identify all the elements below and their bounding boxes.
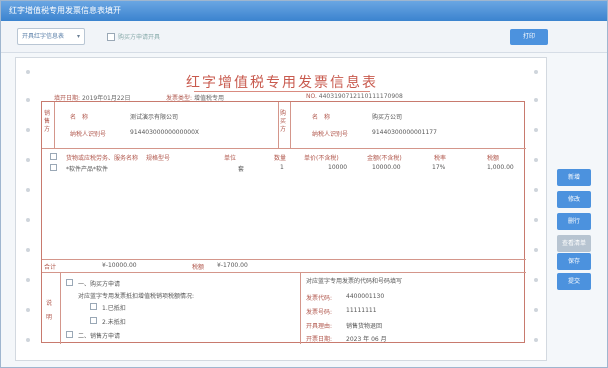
seller-section-label: 销售方 (44, 110, 51, 133)
punch-hole (534, 338, 538, 342)
edit-button[interactable]: 修改 (557, 191, 591, 208)
col-header-qty: 数量 (274, 155, 287, 162)
select-all-checkbox[interactable] (50, 153, 57, 160)
notes-opt1-a: 1.已抵扣 (102, 305, 126, 312)
col-header-name: 货物或应税劳务、服务名称 (66, 155, 139, 162)
col-header-amount: 金额(不含税) (367, 155, 402, 162)
notes-opt1-sub: 对应蓝字专用发票抵扣增值税销项税额情况: (78, 293, 195, 300)
buyer-apply-checkbox-row[interactable]: 购买方申请开具 (107, 32, 160, 41)
right-info-date-label: 开票日期: (306, 336, 333, 343)
col-header-rate: 税率 (434, 155, 447, 162)
right-info-reason-label: 开具理由: (306, 323, 333, 330)
seller-tax-value: 91440300000000000X (130, 129, 200, 136)
row-checkbox[interactable] (50, 164, 57, 171)
view-list-button[interactable]: 查看清单 (557, 235, 591, 252)
total-tax-label: 税额 (192, 264, 205, 271)
buyer-tax-value: 91440300000001177 (372, 129, 437, 136)
divider (42, 272, 526, 273)
col-header-spec: 规格型号 (146, 155, 171, 162)
notes-opt2: 二、销售方申请 (78, 333, 121, 340)
window-title: 红字增值税专用发票信息表填开 (1, 1, 607, 21)
col-header-unit: 单位 (224, 155, 237, 162)
row-cell-qty[interactable]: 1 (280, 164, 284, 171)
save-button[interactable]: 保存 (557, 253, 591, 270)
col-header-price: 单价(不含税) (304, 155, 339, 162)
divider (54, 102, 55, 148)
buyer-apply-label: 购买方申请开具 (118, 34, 161, 41)
notes-opt1-b: 2.未抵扣 (102, 319, 126, 326)
divider (42, 259, 526, 260)
punch-hole (534, 188, 538, 192)
punch-hole (26, 218, 30, 222)
meta-no-value: 4403190712110111170908 (318, 93, 403, 100)
punch-hole (26, 128, 30, 132)
print-button[interactable]: 打印 (510, 29, 548, 45)
row-cell-unit[interactable]: 套 (238, 164, 244, 173)
not-deducted-radio[interactable] (90, 317, 97, 324)
punch-hole (26, 248, 30, 252)
total-amount: ¥-10000.00 (102, 262, 137, 269)
punch-hole (534, 218, 538, 222)
punch-hole (26, 338, 30, 342)
punch-hole (26, 188, 30, 192)
row-cell-name[interactable]: *软件产品*软件 (66, 164, 108, 173)
buyer-name-label: 名 称 (312, 114, 331, 121)
notes-section-label: 说明 (46, 300, 53, 321)
punch-hole (26, 98, 30, 102)
punch-hole (26, 278, 30, 282)
right-info-no-label: 发票号码: (306, 309, 333, 316)
right-info-code-label: 发票代码: (306, 295, 333, 302)
meta-no: NO. 4403190712110111170908 (306, 93, 403, 100)
seller-name-label: 名 称 (70, 114, 89, 121)
meta-no-label: NO. (306, 93, 317, 100)
row-cell-tax[interactable]: 1,000.00 (487, 164, 514, 171)
buyer-apply-checkbox[interactable] (107, 32, 115, 41)
punch-hole (534, 248, 538, 252)
notes-opt1: 一、购买方申请 (78, 281, 121, 288)
type-select-value: 开具红字信息表 (22, 33, 65, 40)
punch-hole (26, 308, 30, 312)
seller-name-value: 测试演示有限公司 (130, 114, 179, 121)
col-header-tax: 税额 (487, 155, 500, 162)
buyer-section-label: 购买方 (280, 110, 287, 133)
punch-hole (534, 308, 538, 312)
divider (278, 102, 279, 148)
title-underline (194, 91, 370, 92)
chevron-down-icon: ▾ (76, 33, 80, 40)
punch-hole (534, 98, 538, 102)
row-cell-rate[interactable]: 17% (432, 164, 445, 171)
right-info-date-value[interactable]: 2023 年 06 月 (346, 334, 387, 343)
punch-hole (534, 128, 538, 132)
divider (300, 272, 301, 344)
app-window: 红字增值税专用发票信息表填开 开具红字信息表 ▾ 购买方申请开具 打印 红字增值… (0, 0, 608, 368)
type-select[interactable]: 开具红字信息表 ▾ (17, 28, 85, 45)
row-cell-amount[interactable]: 10000.00 (372, 164, 401, 171)
total-tax-value: ¥-1700.00 (217, 262, 248, 269)
buyer-name-value: 购买方公司 (372, 114, 403, 121)
seller-apply-radio[interactable] (66, 331, 73, 338)
delete-row-button[interactable]: 删行 (557, 213, 591, 230)
divider (42, 148, 526, 149)
deducted-radio[interactable] (90, 303, 97, 310)
right-info-code-value[interactable]: 4400001130 (346, 293, 384, 300)
form-paper: 红字增值税专用发票信息表 填开日期: 2019年01月22日 发票类型: 增值税… (15, 57, 547, 361)
row-cell-price[interactable]: 10000 (328, 164, 347, 171)
buyer-apply-radio[interactable] (66, 279, 73, 286)
right-info-reason-value[interactable]: 销售货物退回 (346, 321, 382, 330)
divider (60, 272, 61, 344)
right-info-no-value[interactable]: 11111111 (346, 307, 377, 314)
punch-hole (534, 278, 538, 282)
right-info-header: 对应蓝字专用发票的代码和号码填写 (306, 278, 403, 285)
punch-hole (534, 158, 538, 162)
add-button[interactable]: 新增 (557, 169, 591, 186)
form-title: 红字增值税专用发票信息表 (186, 75, 378, 91)
total-label: 合计 (44, 264, 57, 271)
form-table-frame: 销售方 名 称 测试演示有限公司 纳税人识别号 9144030000000000… (41, 101, 526, 344)
submit-button[interactable]: 提交 (557, 273, 591, 290)
seller-tax-label: 纳税人识别号 (70, 131, 107, 138)
punch-hole (26, 158, 30, 162)
buyer-tax-label: 纳税人识别号 (312, 131, 349, 138)
divider (290, 102, 291, 148)
